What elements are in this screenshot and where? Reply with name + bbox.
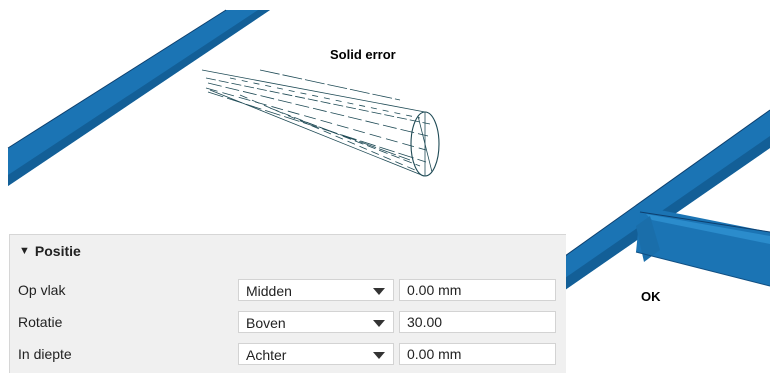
section-title: Positie	[34, 243, 81, 259]
op-vlak-input[interactable]: 0.00 mm	[399, 279, 556, 301]
select-value: Boven	[246, 315, 286, 331]
pipe-right-assembly	[564, 109, 770, 290]
row-in-diepte: In diepte Achter 0.00 mm	[10, 341, 566, 369]
triangle-down-icon: ▼	[19, 244, 30, 257]
ok-label: OK	[641, 289, 661, 304]
select-value: Achter	[246, 347, 287, 363]
properties-panel: ▼ Positie Op vlak Midden 0.00 mm Rotatie…	[9, 234, 566, 373]
row-op-vlak: Op vlak Midden 0.00 mm	[10, 277, 566, 305]
row-label: Op vlak	[18, 282, 66, 298]
chevron-down-icon	[373, 352, 385, 359]
wireframe-pipe	[201, 69, 440, 177]
row-rotatie: Rotatie Boven 30.00	[10, 309, 566, 337]
chevron-down-icon	[373, 288, 385, 295]
op-vlak-select[interactable]: Midden	[238, 279, 394, 301]
row-label: In diepte	[18, 346, 72, 362]
chevron-down-icon	[373, 320, 385, 327]
in-diepte-select[interactable]: Achter	[238, 343, 394, 365]
solid-error-label: Solid error	[330, 47, 396, 62]
rotatie-input[interactable]: 30.00	[399, 311, 556, 333]
in-diepte-input[interactable]: 0.00 mm	[399, 343, 556, 365]
row-label: Rotatie	[18, 314, 63, 330]
section-header-positie[interactable]: ▼ Positie	[19, 240, 81, 262]
select-value: Midden	[246, 283, 292, 299]
rotatie-select[interactable]: Boven	[238, 311, 394, 333]
